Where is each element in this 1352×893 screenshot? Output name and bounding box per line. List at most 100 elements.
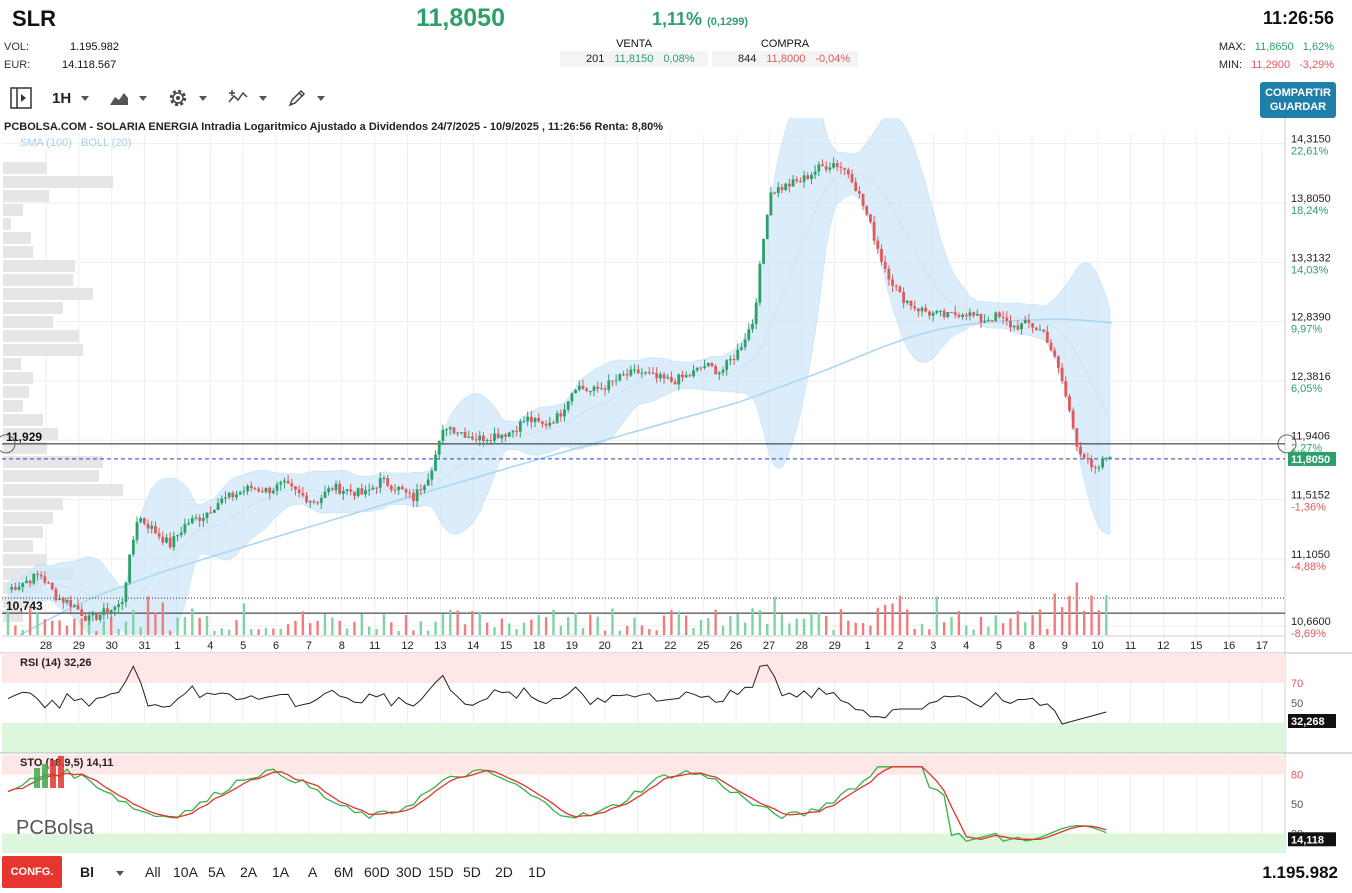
candle-body	[1068, 396, 1071, 411]
candle-body	[614, 380, 618, 382]
candle-body	[518, 421, 522, 432]
volume-bar	[906, 609, 909, 635]
chart-type-dropdown[interactable]: Bl	[80, 864, 124, 880]
time-tick-label: 2	[897, 640, 903, 652]
volume-bar	[707, 618, 710, 635]
candle-body	[21, 583, 25, 587]
period-all[interactable]: All	[145, 864, 161, 880]
period-5a[interactable]: 5A	[208, 864, 225, 880]
period-1d[interactable]: 1D	[528, 864, 546, 880]
candle-body	[249, 485, 253, 489]
drawing-tools-selector[interactable]	[281, 85, 331, 111]
toggle-panel-button[interactable]	[4, 85, 38, 111]
volume-bar	[242, 603, 246, 635]
volume-bar	[780, 614, 784, 635]
time-tick-label: 11	[369, 640, 380, 652]
period-6m[interactable]: 6M	[334, 864, 353, 880]
period-1a[interactable]: 1A	[272, 864, 289, 880]
share-save-button[interactable]: COMPARTIR GUARDAR	[1260, 82, 1336, 118]
candle-body	[647, 372, 651, 374]
candle-body	[872, 221, 876, 241]
period-2d[interactable]: 2D	[495, 864, 513, 880]
candle-body	[161, 536, 165, 543]
volume-bar	[773, 596, 776, 635]
volume-bar	[6, 611, 10, 635]
candle-body	[902, 291, 906, 303]
period-a[interactable]: A	[308, 864, 317, 880]
candle-body	[452, 427, 456, 434]
candle-body	[95, 613, 98, 620]
candle-body	[371, 487, 375, 490]
indicators-selector[interactable]	[221, 85, 273, 111]
price-tick-label: 13,8050	[1291, 193, 1331, 205]
volume-bar	[950, 617, 953, 635]
candle-body	[482, 435, 485, 442]
period-30d[interactable]: 30D	[396, 864, 422, 880]
candle-body	[765, 215, 769, 240]
candle-body	[559, 413, 563, 417]
candle-body	[673, 381, 677, 385]
candle-body	[98, 614, 102, 620]
period-60d[interactable]: 60D	[364, 864, 390, 880]
eur-value: 14.118.567	[62, 59, 117, 71]
volume-bar	[485, 622, 489, 635]
candle-body	[459, 432, 463, 434]
candle-body	[209, 512, 213, 514]
config-button[interactable]: CONFG.	[2, 856, 62, 888]
candle-body	[353, 491, 356, 497]
period-15d[interactable]: 15D	[428, 864, 454, 880]
candle-body	[172, 536, 176, 548]
percent-tick-label: -8,69%	[1291, 628, 1326, 640]
candle-body	[39, 574, 43, 577]
price-chart[interactable]: 11,92910,743 14,315022,61%13,805018,24%1…	[0, 118, 1352, 855]
candle-body	[419, 489, 423, 491]
candle-body	[275, 484, 279, 491]
candle-body	[618, 374, 622, 381]
volume-bar	[65, 625, 69, 635]
volume-profile-bar	[3, 344, 83, 356]
volume-bar	[854, 622, 857, 635]
level-low-label: 10,743	[6, 599, 43, 613]
candle-body	[50, 582, 54, 590]
volume-bar	[942, 622, 946, 635]
candle-body	[607, 380, 611, 390]
period-10a[interactable]: 10A	[173, 864, 198, 880]
time-tick-label: 13	[434, 640, 446, 652]
time-tick-label: 12	[1157, 640, 1169, 652]
buy-qty: 844	[738, 53, 757, 65]
candle-body	[883, 261, 887, 269]
chart-type-selector[interactable]	[103, 85, 153, 111]
volume-bar	[684, 615, 688, 635]
volume-bar	[618, 630, 622, 635]
time-tick-label: 14	[467, 640, 479, 652]
period-2a[interactable]: 2A	[240, 864, 257, 880]
candle-body	[1108, 456, 1112, 459]
volume-bar	[272, 628, 275, 635]
period-5d[interactable]: 5D	[463, 864, 481, 880]
volume-profile-bar	[3, 358, 21, 370]
legend-sma: SMA (100)	[20, 137, 72, 149]
price-tick-label: 10,6600	[1291, 616, 1331, 628]
time-tick-label: 7	[306, 640, 312, 652]
candle-body	[312, 500, 316, 503]
ticker-symbol: SLR	[12, 6, 56, 31]
candle-body	[128, 554, 132, 583]
area-chart-icon	[110, 93, 129, 105]
candle-body	[25, 580, 28, 584]
volume-bar	[264, 627, 268, 635]
volume-bar	[1075, 582, 1079, 635]
candle-body	[69, 600, 73, 607]
settings-selector[interactable]	[161, 85, 213, 111]
candle-body	[330, 488, 334, 490]
candle-body	[599, 388, 603, 390]
watermark-logo-bar	[42, 764, 48, 788]
sto-label: STO (18,9,5) 14,11	[20, 757, 113, 769]
interval-selector[interactable]: 1H	[46, 85, 95, 111]
volume-bar	[544, 617, 548, 635]
candle-body	[522, 421, 526, 423]
candle-body	[754, 302, 758, 324]
time-tick-label: 29	[829, 640, 841, 652]
volume-bar	[574, 612, 577, 635]
change-absolute: (0,1299)	[707, 16, 749, 28]
price-tick-label: 11,9406	[1291, 430, 1330, 442]
